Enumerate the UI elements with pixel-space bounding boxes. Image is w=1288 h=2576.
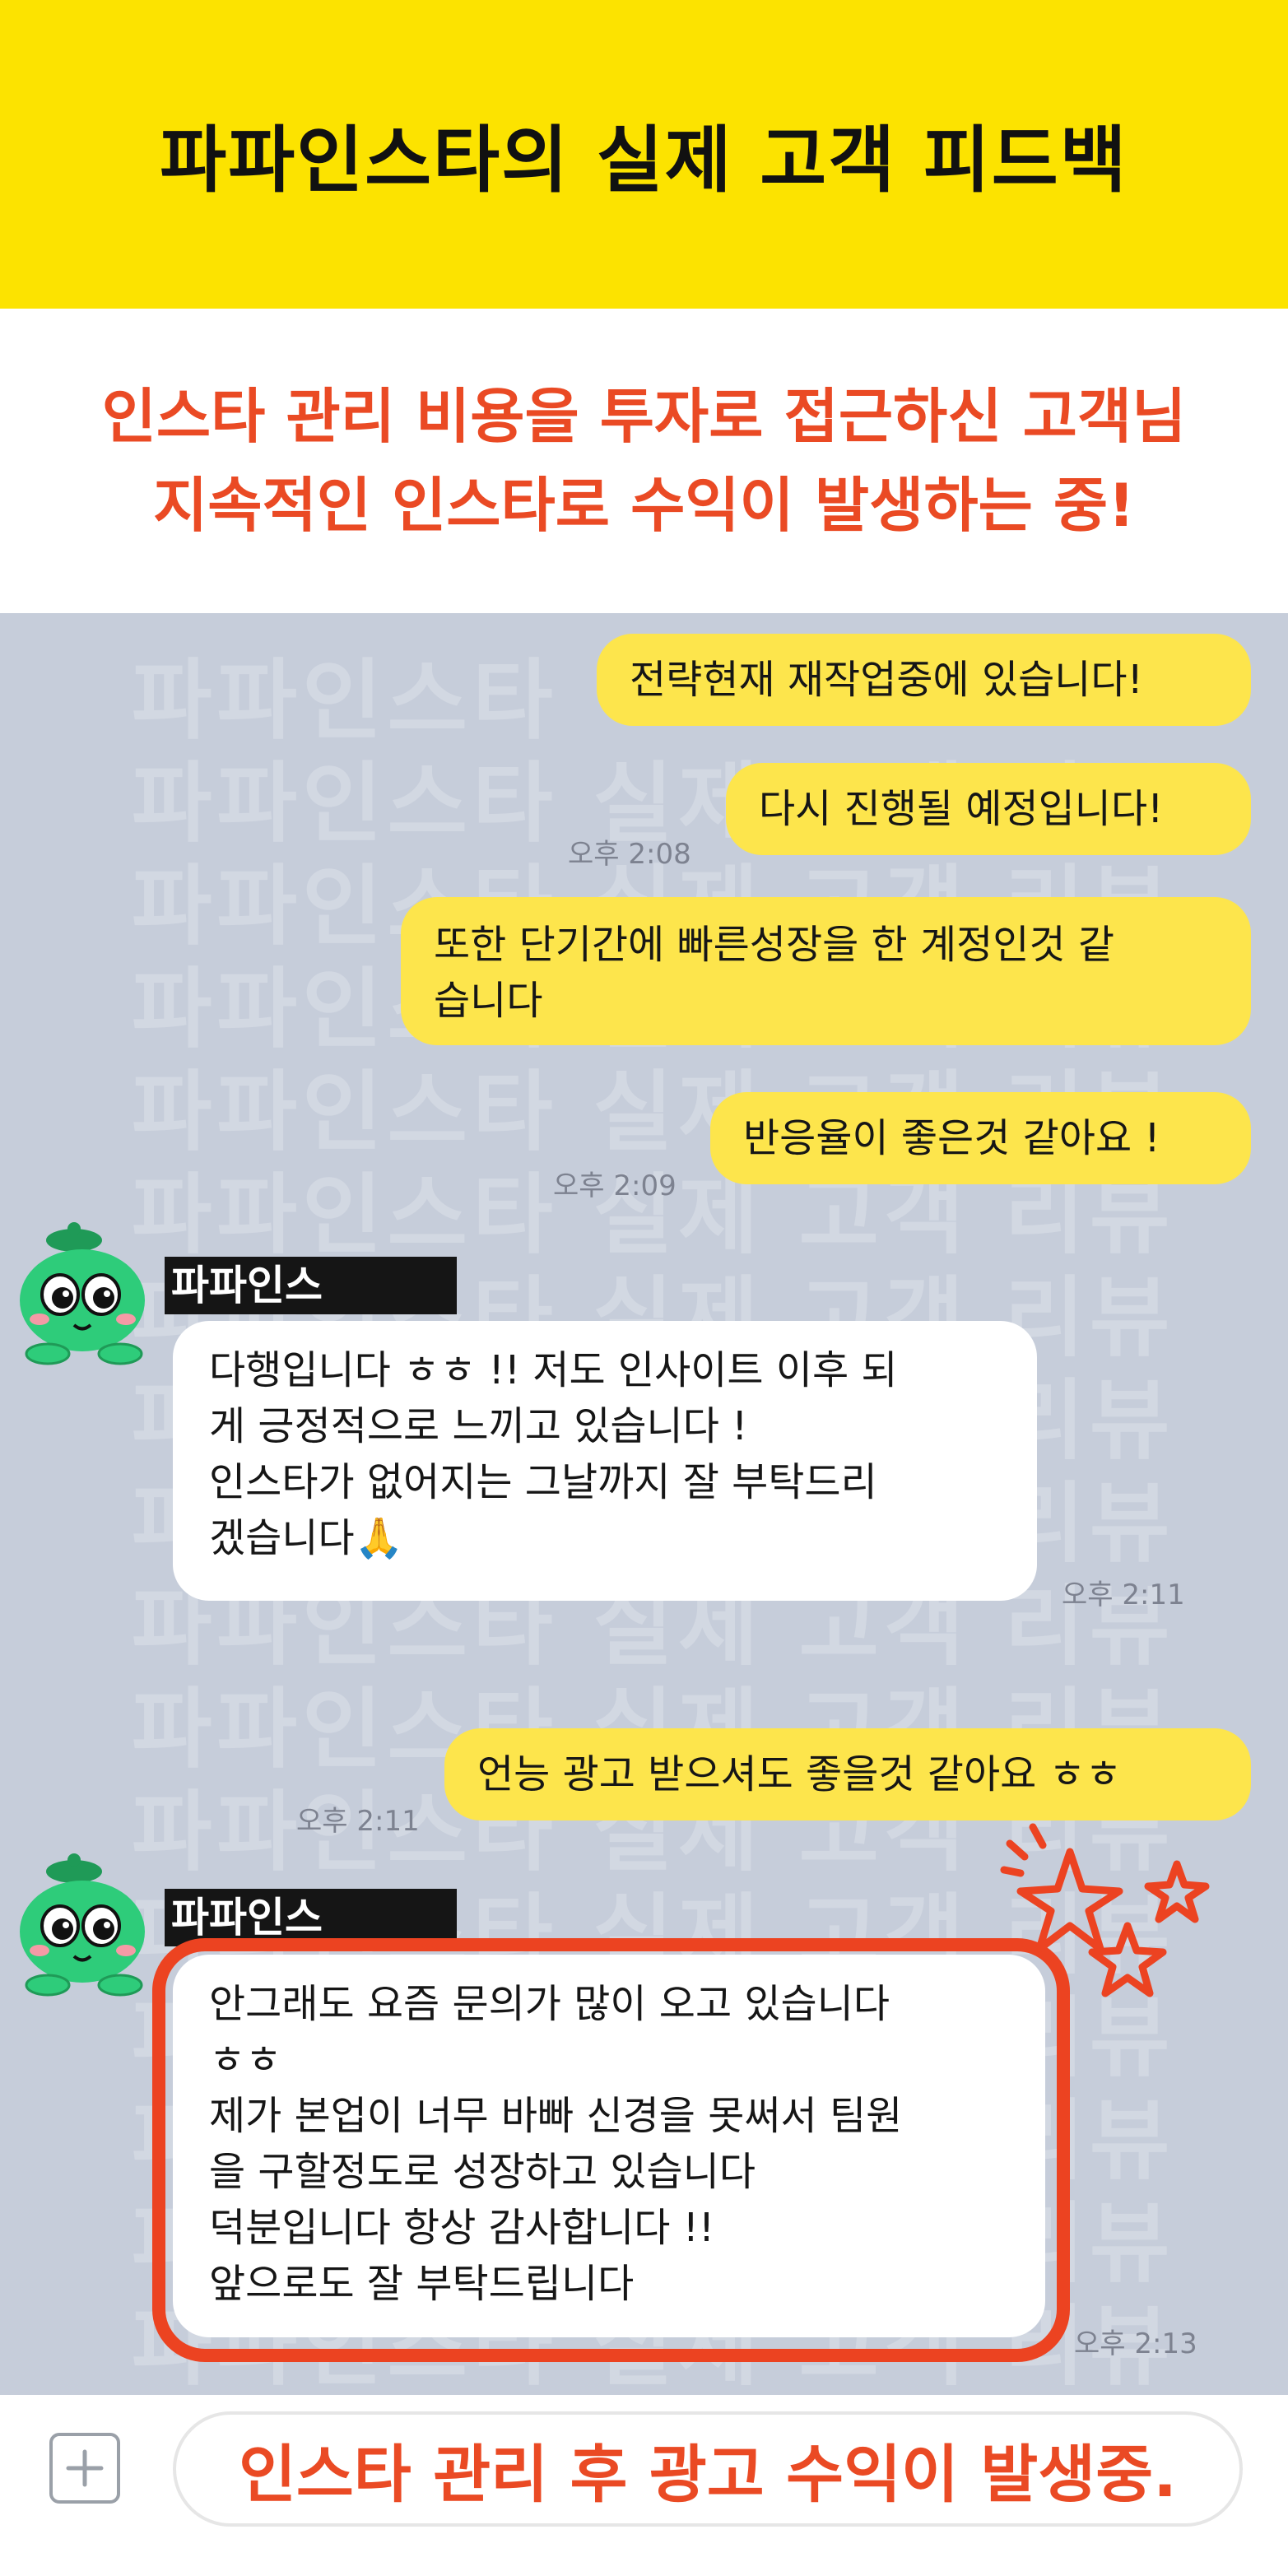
my-message-bubble[interactable]: 반응율이 좋은것 같아요 ! — [710, 1092, 1251, 1184]
subtitle-line-2: 지속적인 인스타로 수익이 발생하는 중! — [153, 471, 1135, 540]
input-bar: 인스타 관리 후 광고 수익이 발생중. — [0, 2395, 1288, 2576]
page: 파파인스타의 실제 고객 피드백 인스타 관리 비용을 투자로 접근하신 고객님… — [0, 0, 1288, 2576]
other-message-bubble[interactable]: 다행입니다 ㅎㅎ !! 저도 인사이트 이후 되 게 긍정적으로 느끼고 있습니… — [173, 1321, 1037, 1601]
star-doodle-icon — [1000, 1823, 1210, 1997]
highlight-frame — [152, 1938, 1070, 2362]
my-message-bubble[interactable]: 언능 광고 받으셔도 좋을것 같아요 ㅎㅎ — [444, 1728, 1251, 1820]
my-message-bubble[interactable]: 다시 진행될 예정입니다! — [726, 763, 1251, 855]
timestamp: 오후 2:13 — [1074, 2327, 1197, 2360]
header-banner: 파파인스타의 실제 고객 피드백 — [0, 0, 1288, 309]
timestamp: 오후 2:09 — [553, 1169, 677, 1202]
chat-area[interactable]: 파파인스타 파파인스타 실제 고객 리뷰 파파인스타 실제 고객 리뷰 파파인스… — [0, 613, 1288, 2395]
timestamp: 오후 2:08 — [568, 838, 691, 871]
message-text: 반응율이 좋은것 같아요 ! — [743, 1115, 1160, 1161]
my-message-bubble[interactable]: 전략현재 재작업중에 있습니다! — [597, 634, 1251, 726]
message-text-line: 게 긍정적으로 느끼고 있습니다 ! — [209, 1403, 748, 1449]
plus-button[interactable] — [49, 2433, 120, 2504]
plus-icon — [66, 2449, 104, 2487]
input-overlay-text: 인스타 관리 후 광고 수익이 발생중. — [238, 2438, 1178, 2511]
message-text: 다시 진행될 예정입니다! — [759, 786, 1164, 832]
message-input[interactable]: 인스타 관리 후 광고 수익이 발생중. — [173, 2411, 1243, 2527]
green-mascot-icon[interactable] — [15, 1222, 163, 1370]
message-text-line: 인스타가 없어지는 그날까지 잘 부탁드리 — [209, 1459, 877, 1505]
green-mascot-icon[interactable] — [15, 1853, 163, 2002]
message-text-line: 또한 단기간에 빠른성장을 한 계정인것 같 — [434, 922, 1115, 968]
message-text-line: 습니다 — [434, 978, 543, 1024]
subtitle-box: 인스타 관리 비용을 투자로 접근하신 고객님 지속적인 인스타로 수익이 발생… — [0, 309, 1288, 613]
my-message-bubble[interactable]: 또한 단기간에 빠른성장을 한 계정인것 같 습니다 — [401, 897, 1251, 1045]
message-text: 전략현재 재작업중에 있습니다! — [630, 657, 1143, 703]
message-text-line: 겠습니다🙏 — [209, 1515, 404, 1561]
page-title: 파파인스타의 실제 고객 피드백 — [160, 118, 1128, 202]
message-text: 언능 광고 받으셔도 좋을것 같아요 ㅎㅎ — [477, 1751, 1122, 1797]
message-text-line: 다행입니다 ㅎㅎ !! 저도 인사이트 이후 되 — [209, 1347, 898, 1393]
sender-name-redacted: 파파인스 — [165, 1257, 457, 1314]
timestamp: 오후 2:11 — [1062, 1579, 1185, 1611]
timestamp: 오후 2:11 — [296, 1805, 420, 1838]
subtitle-line-1: 인스타 관리 비용을 투자로 접근하신 고객님 — [101, 382, 1187, 451]
